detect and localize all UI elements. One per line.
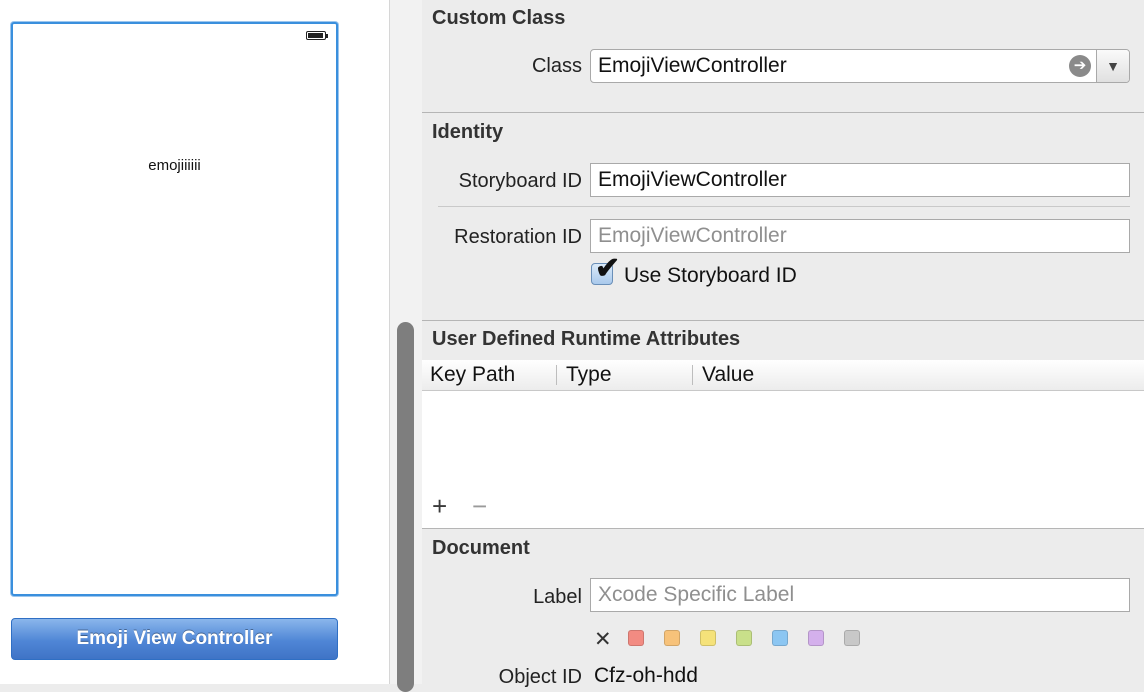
label-color-swatch[interactable] (844, 630, 860, 646)
label-color-swatch[interactable] (628, 630, 644, 646)
identity-heading: Identity (432, 121, 504, 143)
column-header-key-path[interactable]: Key Path (430, 363, 515, 387)
label-color-swatch[interactable] (772, 630, 788, 646)
column-header-type[interactable]: Type (566, 363, 612, 387)
add-attribute-button[interactable]: + (432, 493, 447, 519)
row-divider (438, 206, 1130, 207)
column-divider[interactable] (692, 365, 693, 385)
column-header-value[interactable]: Value (702, 363, 754, 387)
scene-dock-button[interactable]: Emoji View Controller (11, 618, 338, 660)
class-label: Class (531, 55, 582, 77)
label-color-swatch[interactable] (736, 630, 752, 646)
runtime-attributes-table-header: Key Path Type Value (422, 360, 1144, 391)
go-to-class-arrow-icon[interactable]: ➔ (1069, 55, 1091, 77)
label-color-swatch[interactable] (664, 630, 680, 646)
label-color-swatch[interactable] (700, 630, 716, 646)
runtime-attributes-heading: User Defined Runtime Attributes (432, 328, 741, 350)
battery-icon (306, 31, 328, 40)
checkmark-icon: ✔ (595, 252, 621, 285)
xcode-label-field[interactable]: Xcode Specific Label (590, 578, 1130, 612)
class-value[interactable]: EmojiViewController (598, 54, 787, 77)
view-controller-scene[interactable]: emojiiiiii (11, 22, 338, 596)
clear-label-color-icon[interactable]: ✕ (594, 627, 612, 653)
identity-inspector: Custom Class Class EmojiViewController ➔… (422, 0, 1144, 688)
label-color-swatch[interactable] (808, 630, 824, 646)
canvas-scrollbar-thumb[interactable] (397, 322, 414, 692)
section-separator (422, 112, 1144, 113)
section-separator (422, 528, 1144, 529)
object-id-label: Object ID (498, 666, 582, 688)
document-heading: Document (432, 537, 530, 559)
document-label-label: Label (533, 586, 582, 608)
remove-attribute-button[interactable]: − (472, 493, 487, 519)
column-divider[interactable] (556, 365, 557, 385)
runtime-attributes-table[interactable] (422, 391, 1144, 528)
restoration-id-field[interactable]: EmojiViewController (590, 219, 1130, 253)
class-combo-box[interactable]: EmojiViewController ➔ ▼ (590, 49, 1130, 83)
restoration-id-label: Restoration ID (454, 226, 582, 248)
class-dropdown-chevron-icon[interactable]: ▼ (1096, 50, 1129, 82)
emoji-text-label[interactable]: emojiiiiii (13, 157, 336, 174)
section-separator (422, 320, 1144, 321)
use-storyboard-id-label[interactable]: Use Storyboard ID (624, 264, 797, 288)
use-storyboard-id-checkbox[interactable]: ✔ (591, 254, 620, 285)
storyboard-canvas[interactable]: emojiiiiii Emoji View Controller (0, 0, 390, 684)
storyboard-id-field[interactable]: EmojiViewController (590, 163, 1130, 197)
object-id-value: Cfz-oh-hdd (594, 664, 698, 687)
custom-class-heading: Custom Class (432, 7, 566, 29)
storyboard-id-label: Storyboard ID (458, 170, 582, 192)
